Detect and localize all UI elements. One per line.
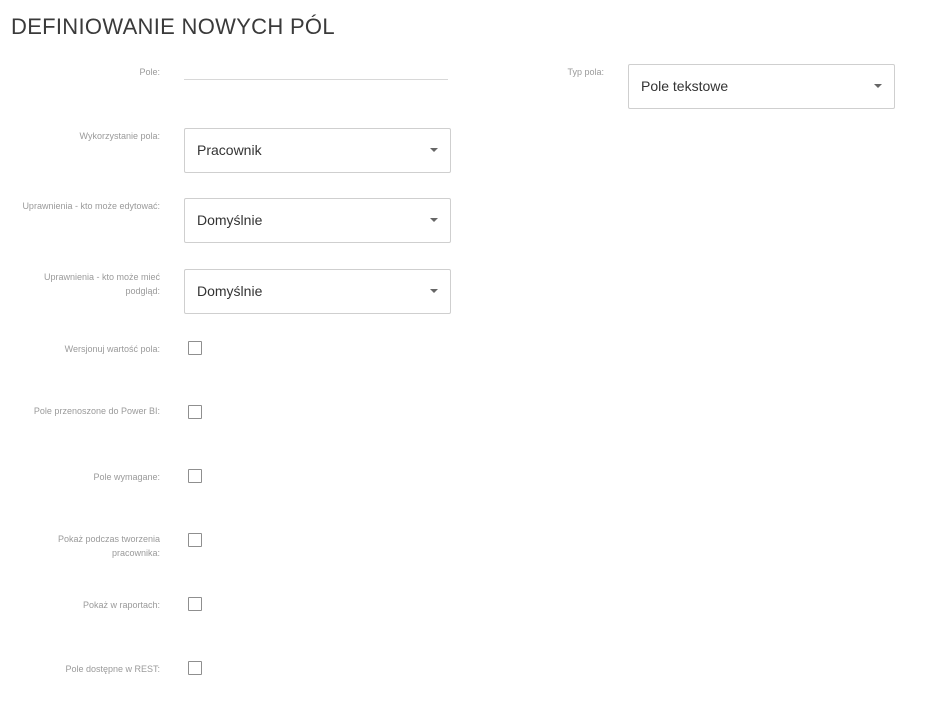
wymagane-label: Pole wymagane:: [93, 472, 160, 482]
rest-label: Pole dostępne w REST:: [65, 664, 160, 674]
wersjonuj-checkbox[interactable]: [188, 341, 202, 355]
typ-pola-value: Pole tekstowe: [641, 78, 729, 94]
chevron-down-icon: [430, 148, 438, 152]
chevron-down-icon: [430, 289, 438, 293]
uprawnienia-edycja-select[interactable]: Domyślnie: [184, 198, 451, 243]
uprawnienia-podglad-value: Domyślnie: [197, 283, 263, 299]
wymagane-checkbox[interactable]: [188, 469, 202, 483]
raporty-checkbox[interactable]: [188, 597, 202, 611]
uprawnienia-podglad-select[interactable]: Domyślnie: [184, 269, 451, 314]
rest-checkbox[interactable]: [188, 661, 202, 675]
power-bi-label: Pole przenoszone do Power BI:: [33, 406, 160, 416]
uprawnienia-edycja-value: Domyślnie: [197, 212, 263, 228]
wykorzystanie-label: Wykorzystanie pola:: [79, 131, 160, 141]
uprawnienia-podglad-label: Uprawnienia - kto może mieć podgląd:: [43, 272, 160, 296]
pole-input[interactable]: [184, 64, 448, 80]
pole-label: Pole:: [139, 67, 160, 77]
tworzenie-label: Pokaż podczas tworzenia pracownika:: [57, 534, 160, 558]
page-title: DEFINIOWANIE NOWYCH PÓL: [11, 14, 335, 39]
tworzenie-checkbox[interactable]: [188, 533, 202, 547]
wykorzystanie-value: Pracownik: [197, 142, 262, 158]
chevron-down-icon: [430, 218, 438, 222]
typ-pola-select[interactable]: Pole tekstowe: [628, 64, 895, 109]
uprawnienia-edycja-label: Uprawnienia - kto może edytować:: [22, 201, 160, 211]
power-bi-checkbox[interactable]: [188, 405, 202, 419]
wersjonuj-label: Wersjonuj wartość pola:: [64, 344, 160, 354]
wykorzystanie-select[interactable]: Pracownik: [184, 128, 451, 173]
raporty-label: Pokaż w raportach:: [82, 600, 160, 610]
typ-pola-label: Typ pola:: [567, 67, 604, 77]
chevron-down-icon: [874, 84, 882, 88]
